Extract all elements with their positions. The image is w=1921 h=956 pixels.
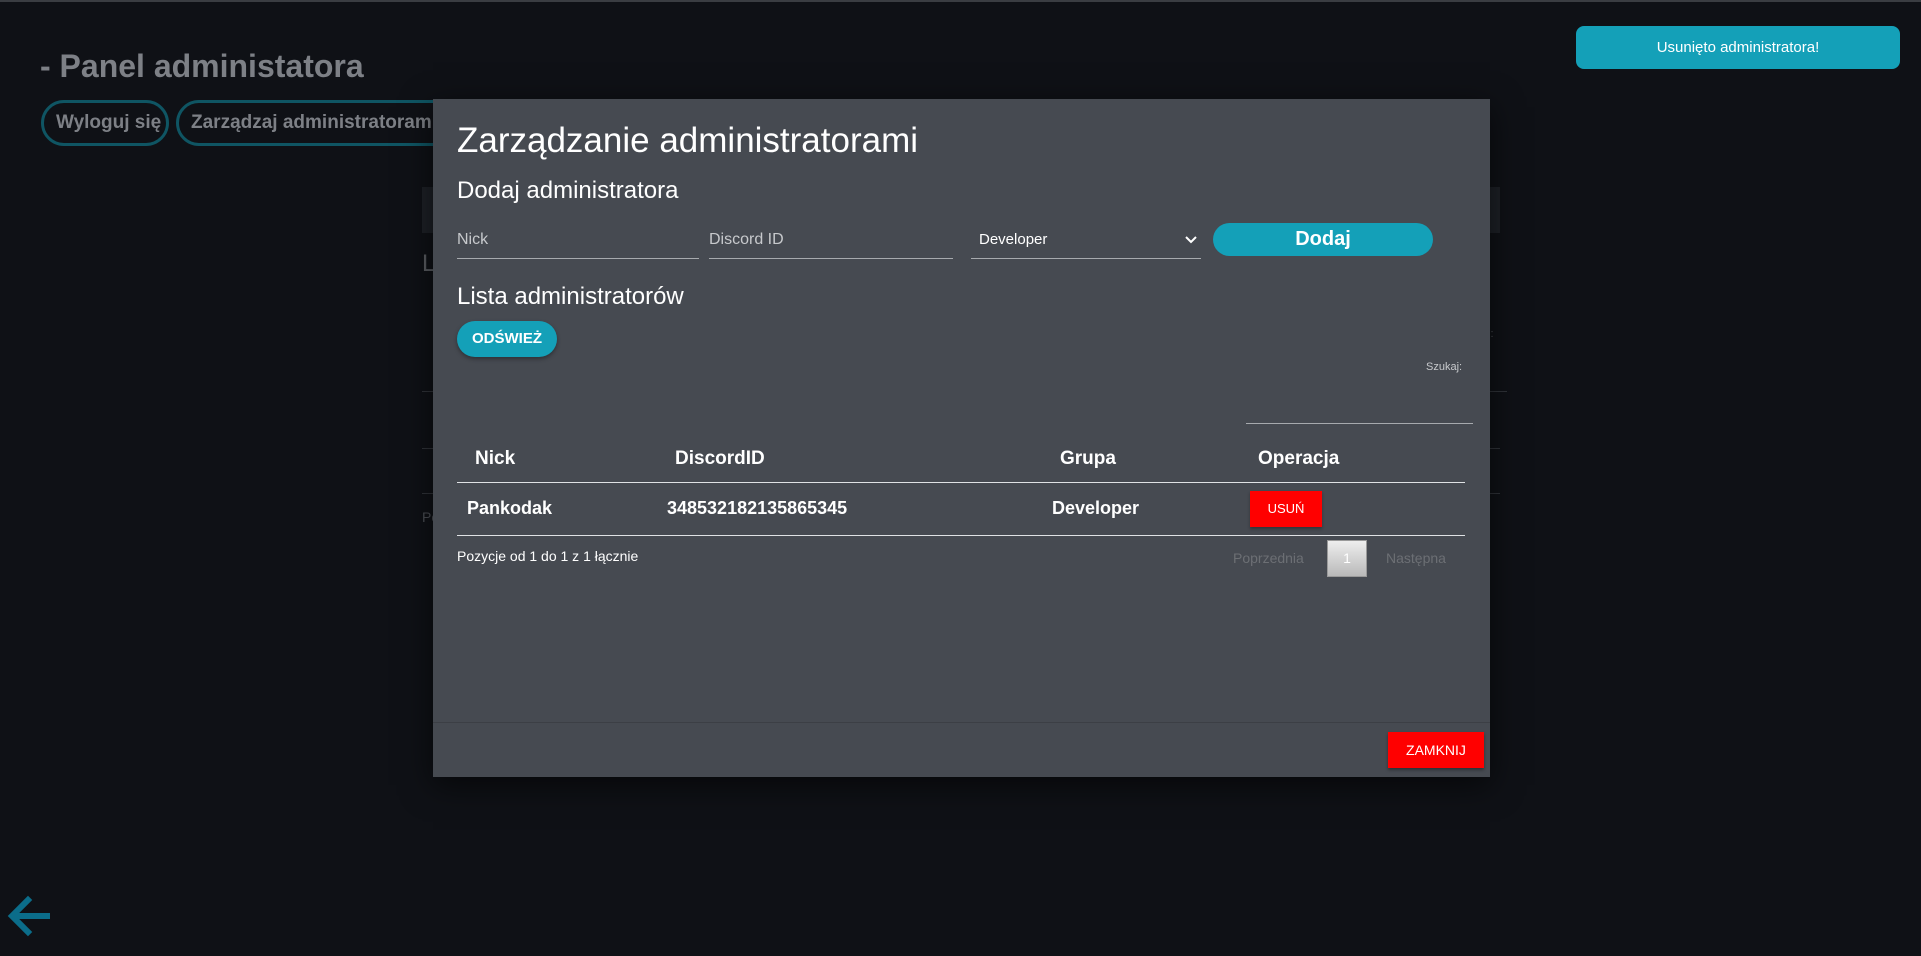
search-input[interactable]	[1246, 388, 1473, 424]
table-header-row: Nick DiscordID Grupa Operacja	[457, 436, 1465, 483]
add-button[interactable]: Dodaj	[1213, 223, 1433, 256]
column-header-operation: Operacja	[1240, 436, 1465, 483]
cell-group: Developer	[1042, 482, 1240, 536]
group-select[interactable]: Developer	[971, 223, 1201, 259]
delete-button[interactable]: USUŃ	[1250, 490, 1322, 527]
modal-footer: ZAMKNIJ	[433, 722, 1490, 777]
arrow-left-icon[interactable]	[4, 894, 52, 942]
manage-admins-button[interactable]: Zarządzaj administratorami	[176, 100, 466, 146]
refresh-button[interactable]: ODŚWIEŻ	[457, 321, 557, 357]
cell-operation: USUŃ	[1240, 482, 1465, 536]
close-button[interactable]: ZAMKNIJ	[1388, 732, 1484, 768]
column-header-group[interactable]: Grupa	[1042, 436, 1240, 483]
column-header-discordid[interactable]: DiscordID	[657, 436, 1042, 483]
nick-input[interactable]	[457, 223, 699, 257]
admins-table: Nick DiscordID Grupa Operacja Pankodak 3…	[457, 436, 1465, 536]
table-row: Pankodak 348532182135865345 Developer US…	[457, 482, 1465, 536]
pager-previous[interactable]: Poprzednia	[1233, 550, 1304, 566]
admin-management-modal: Zarządzanie administratorami Dodaj admin…	[433, 99, 1490, 777]
table-info: Pozycje od 1 do 1 z 1 łącznie	[457, 548, 639, 564]
page-title: - Panel administatora	[40, 48, 364, 84]
admin-list-heading: Lista administratorów	[457, 283, 684, 310]
pager-page-1[interactable]: 1	[1327, 540, 1367, 577]
discord-id-field[interactable]	[709, 223, 953, 259]
pager-next[interactable]: Następna	[1386, 550, 1446, 566]
search-label: Szukaj:	[1426, 361, 1463, 373]
nick-field[interactable]	[457, 223, 699, 259]
modal-title: Zarządzanie administratorami	[457, 121, 919, 160]
toast-notification: Usunięto administratora!	[1576, 26, 1900, 69]
add-admin-heading: Dodaj administratora	[457, 177, 679, 204]
discord-id-input[interactable]	[709, 223, 953, 257]
column-header-nick[interactable]: Nick	[457, 436, 657, 483]
group-select-value: Developer	[979, 231, 1048, 248]
logout-button[interactable]: Wyloguj się	[41, 100, 169, 146]
cell-discord-id: 348532182135865345	[657, 482, 1042, 536]
cell-nick: Pankodak	[457, 482, 657, 536]
chevron-down-icon	[1185, 236, 1197, 244]
